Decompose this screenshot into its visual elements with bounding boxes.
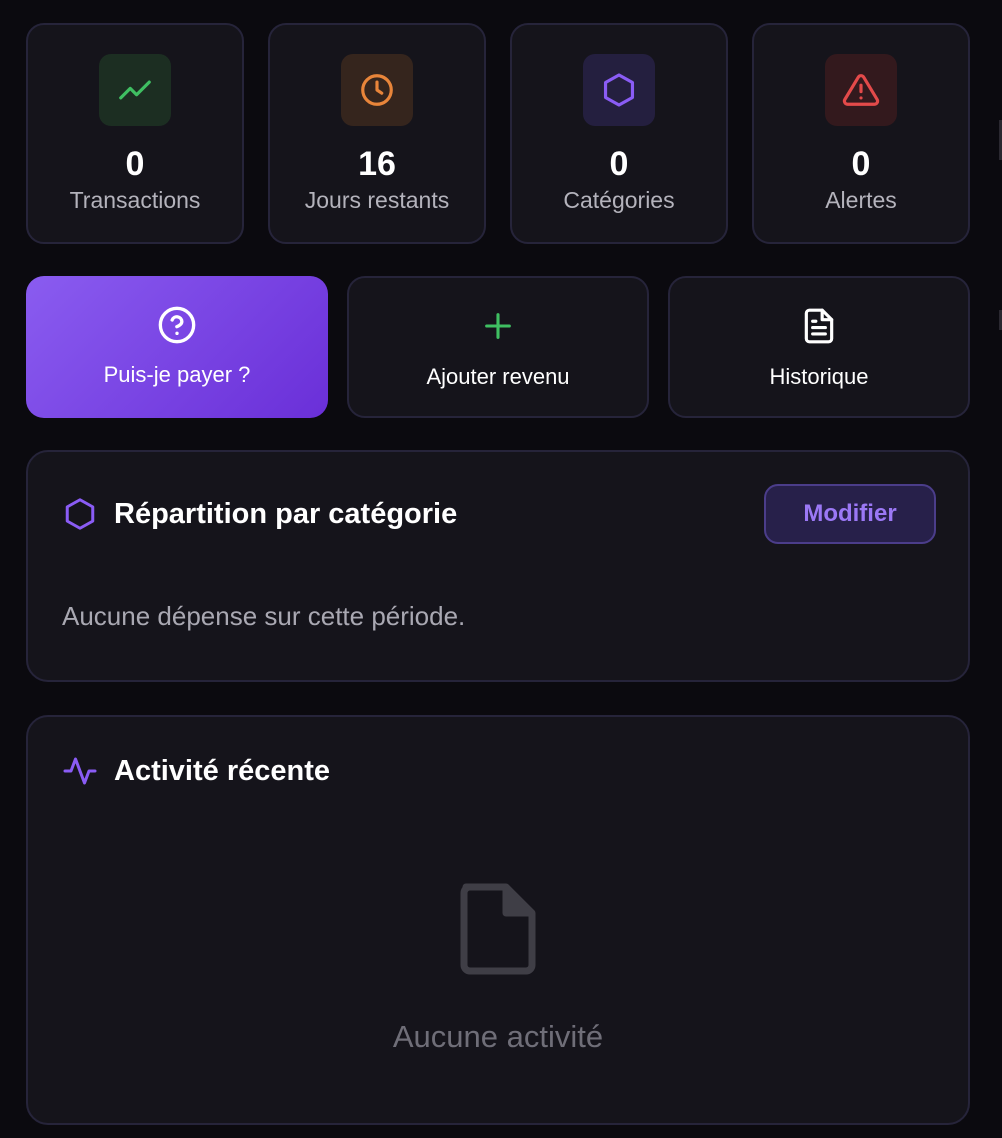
stat-value: 0 [125,145,145,183]
action-label: Ajouter revenu [426,364,570,389]
alert-triangle-icon [825,54,897,126]
stat-value: 16 [358,145,396,183]
panel-title: Activité récente [114,755,330,787]
stats-row: 0 Transactions 16 Jours restants 0 Catég… [26,23,970,244]
action-label: Puis-je payer ? [103,362,251,387]
stat-card-alerts: 0 Alertes [752,23,970,244]
recent-activity-panel: Activité récente Aucune activité [26,715,970,1125]
history-button[interactable]: Historique [668,276,970,418]
stat-card-days-remaining: 16 Jours restants [268,23,486,244]
empty-state: Aucune activité [28,881,968,1056]
add-income-button[interactable]: Ajouter revenu [347,276,649,418]
action-label: Historique [769,364,869,389]
stat-card-transactions: 0 Transactions [26,23,244,244]
modify-button[interactable]: Modifier [764,484,936,544]
empty-expenses-text: Aucune dépense sur cette période. [62,601,466,631]
clock-icon [341,54,413,126]
file-text-icon [799,306,839,346]
panel-title: Répartition par catégorie [114,498,458,530]
hexagon-icon [62,496,98,532]
dashboard-page: 0 Transactions 16 Jours restants 0 Catég… [0,0,1002,1138]
panel-header: Activité récente [62,753,330,789]
empty-activity-label: Aucune activité [392,1019,604,1054]
stat-label: Alertes [825,187,897,213]
stat-label: Jours restants [304,187,450,213]
hexagon-icon [583,54,655,126]
trending-up-icon [99,54,171,126]
stat-label: Transactions [69,187,201,213]
file-icon [456,881,540,982]
stat-value: 0 [609,145,629,183]
stat-card-categories: 0 Catégories [510,23,728,244]
activity-icon [62,753,98,789]
stat-value: 0 [851,145,871,183]
can-i-pay-button[interactable]: Puis-je payer ? [26,276,328,418]
help-circle-icon [157,305,197,345]
quick-actions: Puis-je payer ? Ajouter revenu Historiqu… [26,276,970,418]
panel-header: Répartition par catégorie [62,496,457,532]
category-breakdown-panel: Répartition par catégorie Modifier Aucun… [26,450,970,682]
stat-label: Catégories [563,187,675,213]
plus-icon [478,306,518,346]
